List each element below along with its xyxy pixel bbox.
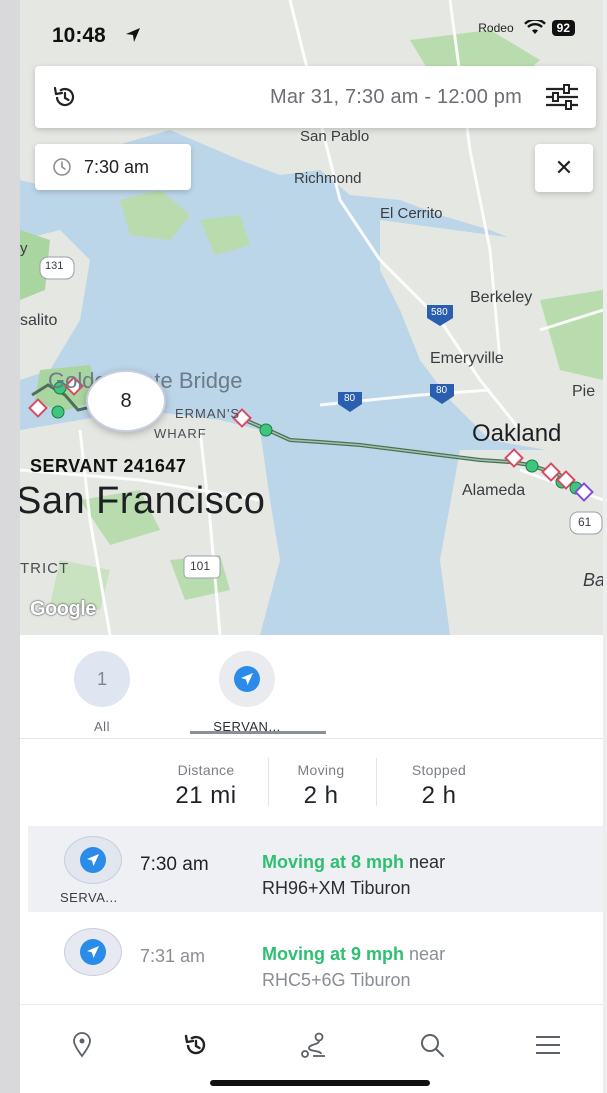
battery-indicator: 92 bbox=[551, 20, 575, 36]
home-indicator[interactable] bbox=[210, 1080, 430, 1086]
event-status-line: Moving at 9 mph near bbox=[262, 944, 445, 965]
tab-servant[interactable]: SERVAN... bbox=[190, 651, 304, 734]
search-icon bbox=[421, 1034, 444, 1057]
history-icon bbox=[184, 1034, 206, 1055]
stat-distance-label: Distance bbox=[177, 762, 235, 778]
map-cluster-marker[interactable]: 8 bbox=[86, 370, 166, 432]
location-arrow-icon bbox=[126, 28, 140, 42]
tab-all[interactable]: 1 All bbox=[72, 651, 132, 734]
tab-all-label: All bbox=[94, 719, 110, 734]
map-label-alameda: Alameda bbox=[462, 482, 526, 499]
event-near-text: near bbox=[409, 944, 446, 964]
stat-moving: Moving 2 h bbox=[284, 762, 358, 810]
menu-icon bbox=[536, 1036, 560, 1054]
stat-divider bbox=[268, 758, 269, 806]
map-label-berkeley: Berkeley bbox=[470, 289, 533, 306]
shield-80-label-a: 80 bbox=[344, 393, 356, 404]
event-moving-status: Moving at 9 mph bbox=[262, 944, 405, 964]
nav-menu[interactable] bbox=[528, 1027, 568, 1063]
map-label-oakland: Oakland bbox=[472, 420, 562, 447]
event-vehicle-label: SERVA... bbox=[60, 890, 118, 905]
status-bar: 10:48 Rodeo 92 bbox=[20, 0, 603, 66]
shield-61-label: 61 bbox=[578, 515, 592, 529]
stat-stopped: Stopped 2 h bbox=[396, 762, 482, 810]
map-label-ba: Ba bbox=[583, 570, 603, 590]
stat-moving-value: 2 h bbox=[303, 782, 339, 809]
stat-divider bbox=[376, 758, 377, 806]
vehicle-navigation-icon bbox=[80, 939, 106, 965]
wifi-icon bbox=[523, 20, 546, 34]
stat-distance: Distance 21 mi bbox=[166, 762, 246, 810]
event-moving-status: Moving at 8 mph bbox=[262, 852, 405, 872]
vehicle-avatar bbox=[219, 651, 275, 707]
stat-moving-label: Moving bbox=[297, 762, 345, 778]
screen-edge bbox=[0, 0, 20, 1093]
trip-stats: Distance 21 mi Moving 2 h Stopped 2 h bbox=[20, 740, 603, 818]
map-label-sausalito: salito bbox=[20, 312, 58, 329]
status-time: 10:48 bbox=[52, 24, 106, 47]
map-label-richmond: Richmond bbox=[294, 170, 362, 187]
history-icon[interactable] bbox=[51, 83, 79, 111]
map-label-fishermans-wharf-2: WHARF bbox=[154, 426, 207, 441]
stat-stopped-label: Stopped bbox=[411, 762, 467, 778]
shield-131-label: 131 bbox=[45, 260, 64, 272]
vehicle-map-label[interactable]: SERVANT 241647 bbox=[30, 456, 186, 477]
event-status-line: Moving at 8 mph near bbox=[262, 852, 445, 873]
nav-routes[interactable] bbox=[294, 1027, 334, 1063]
stat-stopped-value: 2 h bbox=[421, 782, 457, 809]
vehicle-navigation-icon bbox=[80, 847, 106, 873]
clock-icon bbox=[53, 158, 71, 176]
event-row[interactable]: 7:31 am Moving at 9 mph near RHC5+6G Tib… bbox=[28, 918, 603, 1004]
map-label-emeryville: Emeryville bbox=[430, 350, 504, 367]
vehicle-avatar bbox=[64, 928, 122, 976]
filter-sliders-icon[interactable] bbox=[544, 82, 580, 112]
bottom-navigation bbox=[20, 1004, 603, 1093]
carrier-label: Rodeo bbox=[478, 21, 514, 35]
google-attribution: Google bbox=[30, 598, 96, 620]
map-label-fishermans-wharf-1: ERMAN'S bbox=[175, 406, 241, 421]
event-location: RHC5+6G Tiburon bbox=[262, 970, 411, 990]
vehicle-navigation-icon bbox=[234, 666, 260, 692]
route-icon bbox=[301, 1032, 325, 1058]
active-tab-indicator bbox=[190, 731, 326, 734]
screen-edge-right bbox=[603, 0, 607, 1093]
close-button[interactable]: ✕ bbox=[535, 144, 593, 192]
shield-580-label: 580 bbox=[431, 307, 448, 318]
event-row[interactable]: SERVA... 7:30 am Moving at 8 mph near RH… bbox=[28, 826, 603, 912]
stat-distance-value: 21 mi bbox=[175, 782, 237, 809]
event-time: 7:30 am bbox=[140, 854, 209, 875]
time-chip-label: 7:30 am bbox=[84, 156, 150, 177]
nav-history[interactable] bbox=[176, 1027, 216, 1063]
shield-101-label: 101 bbox=[190, 559, 211, 573]
location-pin-icon bbox=[73, 1032, 91, 1058]
vehicle-tabs: 1 All SERVAN... bbox=[20, 635, 603, 739]
date-range-text[interactable]: Mar 31, 7:30 am - 12:00 pm bbox=[270, 86, 522, 109]
event-time: 7:31 am bbox=[140, 946, 206, 966]
shield-80-label-b: 80 bbox=[436, 385, 448, 396]
vehicle-avatar bbox=[64, 836, 122, 884]
time-chip[interactable]: 7:30 am bbox=[35, 144, 191, 190]
map-label-piedmont: Pie bbox=[572, 383, 596, 400]
date-range-bar[interactable]: Mar 31, 7:30 am - 12:00 pm bbox=[35, 66, 596, 128]
map-label-san-pablo: San Pablo bbox=[300, 128, 370, 145]
event-near-text: near bbox=[409, 852, 446, 872]
event-location: RH96+XM Tiburon bbox=[262, 878, 411, 898]
tab-all-count-badge: 1 bbox=[74, 651, 130, 707]
map-label-district: TRICT bbox=[20, 560, 70, 577]
map-label-el-cerrito: El Cerrito bbox=[380, 205, 443, 222]
map-label-partial: y bbox=[20, 240, 28, 257]
nav-search[interactable] bbox=[412, 1027, 452, 1063]
map-label-san-francisco: San Francisco bbox=[20, 480, 266, 522]
nav-map[interactable] bbox=[62, 1027, 102, 1063]
